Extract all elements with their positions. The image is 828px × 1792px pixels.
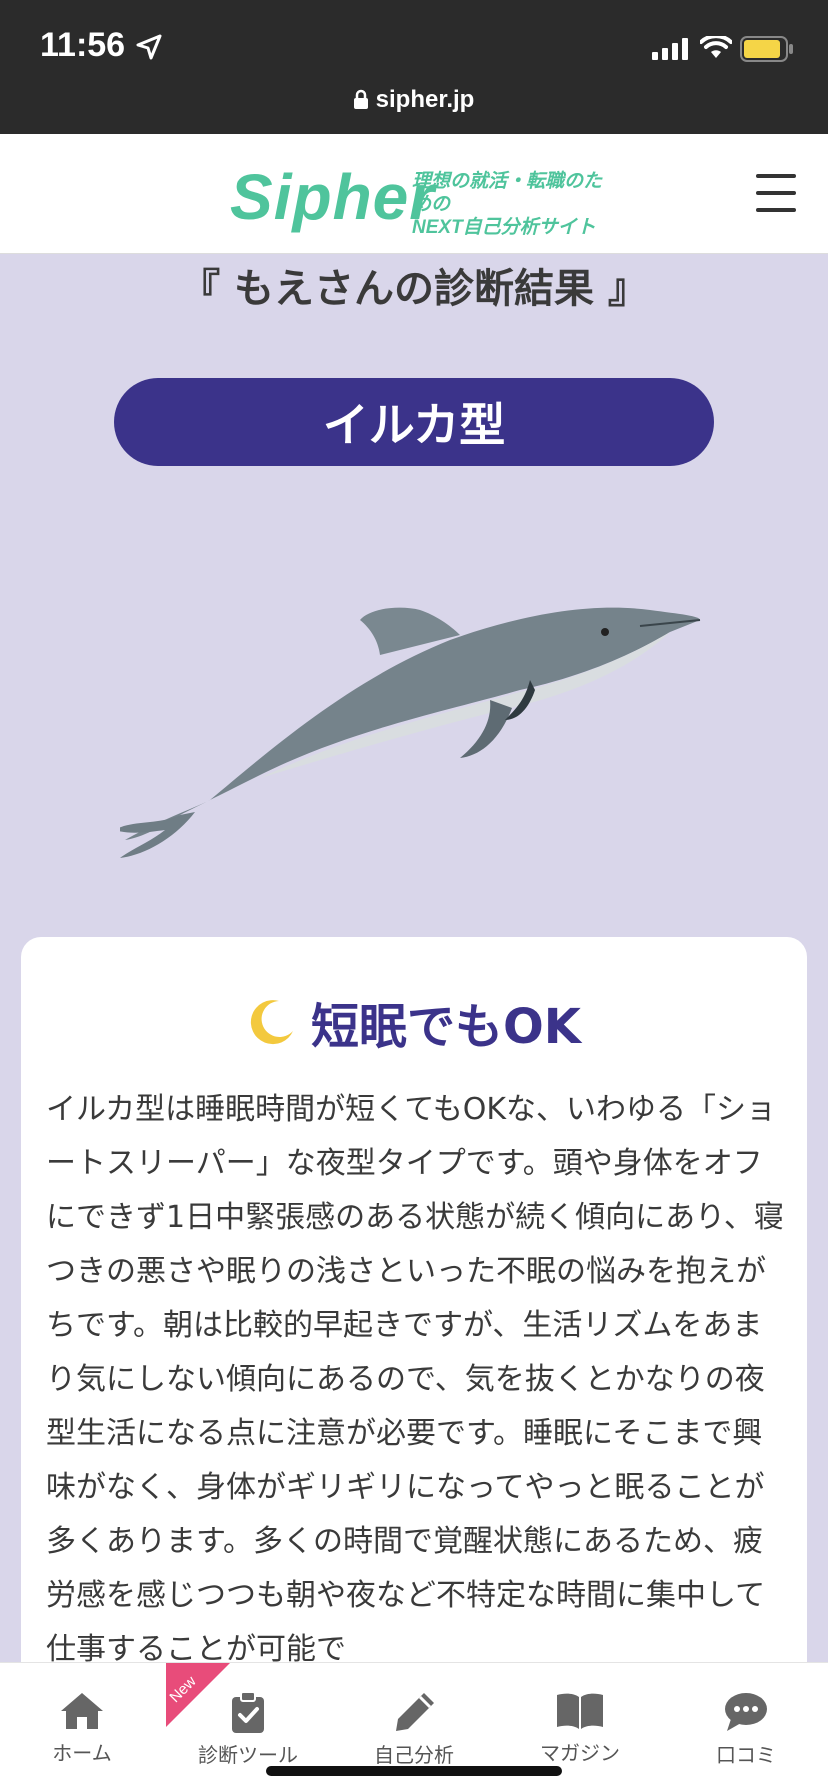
home-icon <box>61 1693 103 1729</box>
site-tagline: 理想の就活・転職のための NEXT自己分析サイト <box>412 170 612 239</box>
clipboard-check-icon <box>232 1691 264 1733</box>
site-header: Sipher 理想の就活・転職のための NEXT自己分析サイト <box>0 134 828 254</box>
tab-home-label: ホーム <box>52 1741 112 1765</box>
site-logo[interactable]: Sipher <box>230 160 435 234</box>
tab-home[interactable]: ホーム <box>12 1691 152 1766</box>
tab-reviews-label: 口コミ <box>716 1743 776 1767</box>
tagline-line-1: 理想の就活・転職のための <box>412 171 603 215</box>
tab-magazine[interactable]: マガジン <box>510 1691 650 1766</box>
type-label-badge: イルカ型 <box>114 378 714 466</box>
new-badge: New <box>166 1663 230 1727</box>
card-heading-text: 短眠でもOK <box>310 999 581 1055</box>
url-text: sipher.jp <box>375 86 475 113</box>
chat-icon <box>725 1693 767 1731</box>
location-arrow-icon <box>136 34 162 60</box>
url-bar[interactable]: sipher.jp <box>0 86 828 114</box>
status-time: 11:56 <box>40 26 126 64</box>
dolphin-illustration <box>120 607 701 858</box>
tagline-line-2: NEXT自己分析サイト <box>412 217 596 238</box>
moon-icon <box>250 1000 293 1045</box>
card-heading: 短眠でもOK <box>21 987 807 1057</box>
tab-magazine-label: マガジン <box>540 1741 620 1765</box>
card-body-text: イルカ型は睡眠時間が短くてもOKな、いわゆる「ショートスリーパー」な夜型タイプで… <box>46 1092 784 1667</box>
book-icon <box>557 1693 603 1729</box>
wifi-icon <box>700 36 732 58</box>
tab-diagnosis-tools-label: 診断ツール <box>198 1743 298 1767</box>
battery-icon <box>740 36 793 62</box>
tab-reviews[interactable]: 口コミ <box>676 1691 816 1768</box>
home-indicator <box>266 1766 562 1776</box>
signal-icon <box>652 38 688 60</box>
pencil-icon <box>396 1693 434 1731</box>
result-card: 短眠でもOK イルカ型は睡眠時間が短くてもOKな、いわゆる「ショートスリーパー」… <box>21 937 807 1697</box>
result-title: 『 もえさんの診断結果 』 <box>180 266 648 312</box>
tab-self-analysis-label: 自己分析 <box>374 1743 454 1767</box>
status-bar: 11:56 sipher.jp <box>0 0 828 134</box>
tab-self-analysis[interactable]: 自己分析 <box>344 1691 484 1768</box>
hamburger-menu-icon[interactable] <box>756 174 796 212</box>
lock-icon <box>353 89 368 109</box>
